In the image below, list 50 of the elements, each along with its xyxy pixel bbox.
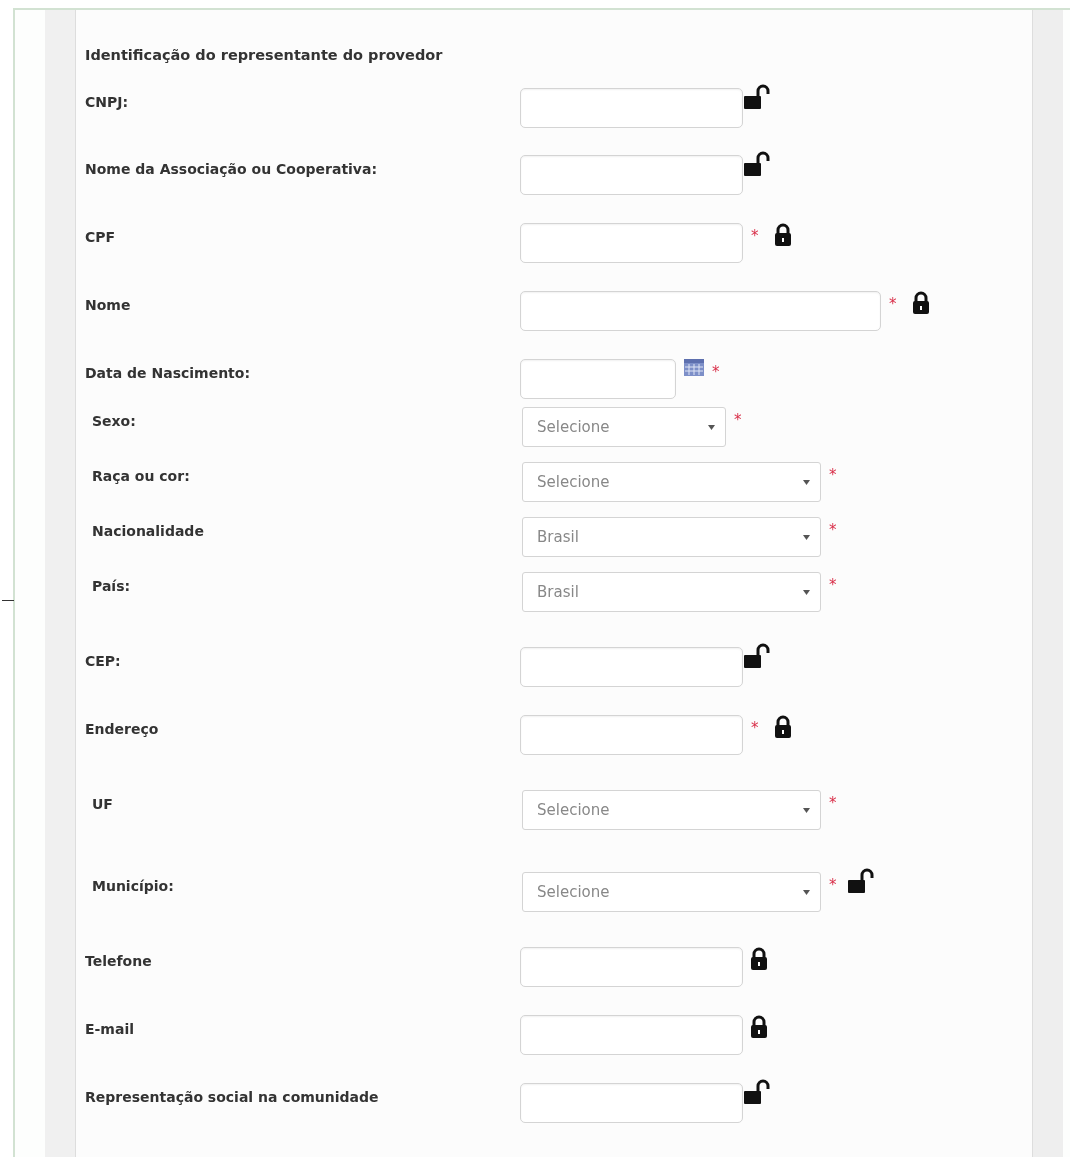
input-field[interactable] [520, 1015, 743, 1055]
field-label: Representação social na comunidade [85, 1088, 380, 1107]
input-field[interactable] [520, 647, 743, 687]
field-label: Município: [91, 877, 175, 896]
dropdown[interactable]: Selecione [522, 462, 821, 502]
field-label: UF [91, 795, 114, 814]
field-label: E-mail [85, 1020, 135, 1039]
required-asterisk: * [751, 721, 759, 736]
dropdown[interactable]: Selecione [522, 790, 821, 830]
required-asterisk: * [829, 468, 837, 483]
field-label: CEP: [85, 652, 122, 671]
required-asterisk: * [829, 523, 837, 538]
field-label: Nacionalidade [91, 522, 205, 541]
caret-icon [803, 479, 810, 485]
dropdown[interactable]: Brasil [522, 517, 821, 557]
field-label: Sexo: [91, 412, 137, 431]
input-field[interactable] [520, 947, 743, 987]
date-field[interactable] [520, 359, 676, 399]
caret-icon [803, 534, 810, 540]
input-field[interactable] [520, 291, 881, 331]
required-asterisk: * [751, 229, 759, 244]
required-asterisk: * [829, 878, 837, 893]
dropdown[interactable]: Brasil [522, 572, 821, 612]
input-field[interactable] [520, 223, 743, 263]
field-label: Raça ou cor: [91, 467, 191, 486]
required-asterisk: * [734, 413, 742, 428]
field-label: Endereço [85, 720, 160, 739]
field-label: Nome da Associação ou Cooperativa: [85, 160, 379, 179]
dropdown[interactable]: Selecione [522, 872, 821, 912]
required-asterisk: * [712, 365, 720, 380]
input-field[interactable] [520, 88, 743, 128]
dropdown[interactable]: Selecione [522, 407, 726, 447]
field-label: Nome [85, 296, 132, 315]
field-label: País: [91, 577, 132, 596]
input-field[interactable] [520, 155, 743, 195]
required-asterisk: * [829, 578, 837, 593]
caret-icon [803, 589, 810, 595]
input-field[interactable] [520, 715, 743, 755]
calendar-icon[interactable] [684, 359, 704, 376]
caret-icon [803, 889, 810, 895]
field-label: Telefone [85, 952, 153, 971]
field-label: CNPJ: [85, 93, 130, 112]
required-asterisk: * [889, 297, 897, 312]
caret-icon [708, 424, 715, 430]
section-title: Identificação do representante do provedor [85, 46, 444, 65]
caret-icon [803, 807, 810, 813]
input-field[interactable] [520, 1083, 743, 1123]
field-label: CPF [85, 228, 117, 247]
field-label: Data de Nascimento: [85, 364, 252, 383]
required-asterisk: * [829, 796, 837, 811]
